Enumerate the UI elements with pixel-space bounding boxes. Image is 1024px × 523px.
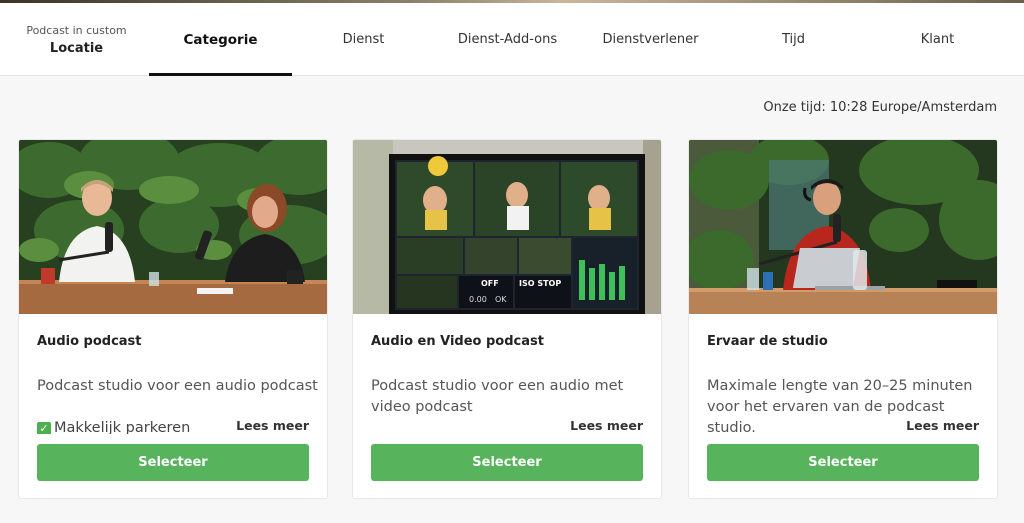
monitor-iso-label: ISO STOP	[519, 279, 561, 288]
card-feature-line: ✓ Makkelijk parkeren	[37, 420, 190, 434]
step-klant-label: Klant	[920, 32, 955, 47]
step-tijd-label: Tijd	[781, 32, 806, 47]
active-step-underline	[149, 73, 292, 76]
timezone-info: Onze tijd: 10:28 Europe/Amsterdam	[763, 100, 997, 115]
step-dienst[interactable]: Dienst	[292, 3, 435, 76]
card-image-audio-video-podcast: OFF ISO STOP 0.00 OK	[353, 140, 661, 314]
booking-steps-nav: Podcast in custom Locatie Categorie Dien…	[0, 3, 1024, 76]
step-locatie-sublabel: Podcast in custom	[26, 23, 127, 37]
step-dienstverlener-label: Dienstverlener	[602, 32, 699, 47]
monitor-off-label: OFF	[481, 279, 499, 288]
step-tijd[interactable]: Tijd	[722, 3, 865, 76]
card-title: Audio en Video podcast	[371, 334, 544, 349]
step-dienstverlener[interactable]: Dienstverlener	[579, 3, 722, 76]
category-card-audio-video-podcast: OFF ISO STOP 0.00 OK Audio en Video podc…	[352, 139, 662, 499]
step-locatie[interactable]: Podcast in custom Locatie	[20, 3, 133, 76]
card-feature-text: Makkelijk parkeren	[54, 420, 191, 434]
step-categorie[interactable]: Categorie	[149, 3, 292, 76]
read-more-link[interactable]: Lees meer	[570, 418, 643, 433]
card-description: Podcast studio voor een audio met video …	[371, 378, 624, 415]
read-more-link[interactable]: Lees meer	[906, 418, 979, 433]
card-title: Audio podcast	[37, 334, 142, 349]
step-locatie-label: Locatie	[49, 40, 104, 56]
card-title: Ervaar de studio	[707, 334, 828, 349]
select-button[interactable]: Selecteer	[371, 444, 643, 481]
category-card-ervaar-de-studio: Ervaar de studio Maximale lengte van 20–…	[688, 139, 998, 499]
select-button[interactable]: Selecteer	[37, 444, 309, 481]
select-button[interactable]: Selecteer	[707, 444, 979, 481]
step-categorie-label: Categorie	[183, 31, 258, 48]
card-image-ervaar-de-studio	[689, 140, 997, 314]
step-dienst-add-ons-label: Dienst-Add-ons	[457, 32, 558, 47]
checkmark-icon: ✓	[37, 422, 51, 434]
category-card-audio-podcast: Audio podcast Podcast studio voor een au…	[18, 139, 328, 499]
step-dienst-add-ons[interactable]: Dienst-Add-ons	[436, 3, 579, 76]
step-klant[interactable]: Klant	[866, 3, 1009, 76]
card-description: Podcast studio voor een audio podcast	[37, 378, 318, 394]
monitor-time: 0.00	[469, 295, 487, 304]
monitor-ok: OK	[495, 295, 507, 304]
step-dienst-label: Dienst	[342, 32, 385, 47]
read-more-link[interactable]: Lees meer	[236, 418, 309, 433]
card-image-audio-podcast	[19, 140, 327, 314]
